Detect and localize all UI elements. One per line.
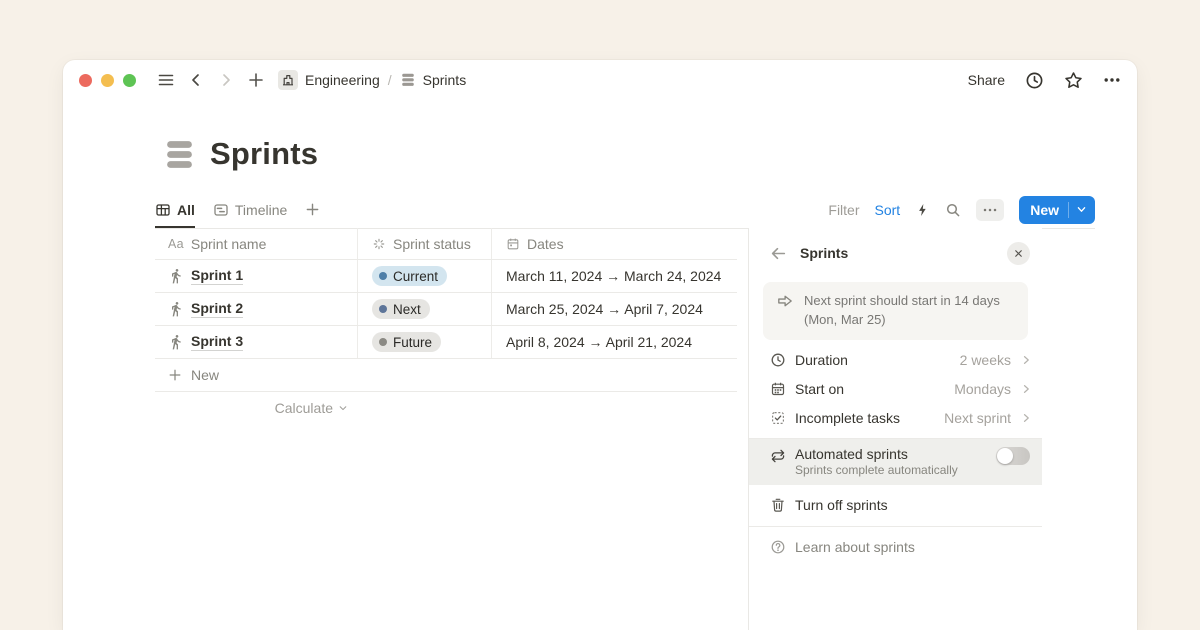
lightning-icon[interactable] — [915, 202, 930, 218]
table-header-row: Aa Sprint name Sprint status Dates — [155, 228, 737, 260]
chevron-right-icon — [1020, 354, 1032, 366]
new-row-button[interactable]: New — [155, 359, 737, 392]
close-window-button[interactable] — [79, 74, 92, 87]
status-badge[interactable]: Next — [372, 299, 430, 319]
page-database-icon — [163, 138, 196, 171]
turn-off-sprints-label: Turn off sprints — [795, 497, 888, 513]
sprint-settings-panel: Sprints Next sprint should start in 14 d… — [748, 228, 1042, 630]
text-property-icon: Aa — [168, 237, 184, 251]
runner-icon — [168, 268, 184, 284]
sprint-title-link[interactable]: Sprint 1 — [191, 267, 243, 286]
sort-button[interactable]: Sort — [875, 202, 901, 218]
notice-line-1: Next sprint should start in 14 days — [804, 292, 1000, 311]
close-panel-button[interactable] — [1007, 242, 1030, 265]
runner-icon — [168, 301, 184, 317]
sidebar-menu-icon[interactable] — [154, 68, 178, 92]
back-arrow-icon[interactable] — [770, 245, 787, 262]
setting-incomplete-tasks[interactable]: Incomplete tasks Next sprint — [749, 404, 1042, 433]
status-badge[interactable]: Future — [372, 332, 441, 352]
status-property-icon — [372, 237, 386, 251]
learn-about-sprints-link[interactable]: Learn about sprints — [749, 527, 1042, 568]
column-sprint-name[interactable]: Sprint name — [191, 236, 266, 252]
tab-timeline[interactable]: Timeline — [213, 191, 287, 228]
search-icon[interactable] — [945, 202, 961, 218]
automated-sprints-label: Automated sprints — [795, 446, 958, 462]
help-circle-icon — [770, 539, 786, 555]
setting-duration-value: 2 weeks — [960, 352, 1011, 368]
breadcrumb-separator: / — [387, 72, 393, 88]
updates-clock-icon[interactable] — [1025, 71, 1044, 90]
table-row[interactable]: Sprint 1 Current March 11, 2024 → March … — [155, 260, 737, 293]
status-badge[interactable]: Current — [372, 266, 447, 286]
view-options-button[interactable] — [976, 199, 1004, 221]
learn-about-sprints-label: Learn about sprints — [795, 539, 915, 555]
window-topbar: Engineering / Sprints Share — [63, 60, 1137, 100]
runner-icon — [168, 334, 184, 350]
database-icon — [400, 72, 416, 88]
page-title: Sprints — [210, 136, 318, 172]
automated-sprints-toggle[interactable] — [996, 447, 1030, 465]
date-range[interactable]: March 25, 2024 → April 7, 2024 — [506, 301, 703, 317]
setting-start-on-label: Start on — [795, 381, 844, 397]
sprints-table: Aa Sprint name Sprint status Dates — [155, 228, 737, 424]
checkbox-icon — [770, 410, 786, 426]
setting-start-on-value: Mondays — [954, 381, 1011, 397]
calculate-dropdown[interactable]: Calculate — [155, 392, 358, 424]
automated-sprints-description: Sprints complete automatically — [795, 463, 958, 477]
clock-icon — [770, 352, 786, 368]
breadcrumb-workspace[interactable]: Engineering — [305, 72, 380, 88]
setting-incomplete-tasks-label: Incomplete tasks — [795, 410, 900, 426]
breadcrumb-page[interactable]: Sprints — [423, 72, 467, 88]
nav-back-icon[interactable] — [184, 68, 208, 92]
chevron-right-icon — [1020, 412, 1032, 424]
column-sprint-status[interactable]: Sprint status — [393, 236, 471, 252]
trash-icon — [770, 497, 786, 513]
add-view-button[interactable] — [305, 191, 320, 228]
tab-all[interactable]: All — [155, 191, 195, 228]
teamspace-icon[interactable] — [278, 70, 298, 90]
nav-forward-icon[interactable] — [214, 68, 238, 92]
date-range[interactable]: April 8, 2024 → April 21, 2024 — [506, 334, 692, 350]
traffic-lights — [79, 74, 136, 87]
new-button-label: New — [1019, 202, 1068, 218]
breadcrumb: Engineering / Sprints — [278, 70, 466, 90]
repeat-icon — [770, 448, 786, 477]
turn-off-sprints-button[interactable]: Turn off sprints — [749, 485, 1042, 526]
calculate-label: Calculate — [275, 400, 333, 416]
panel-title: Sprints — [800, 245, 848, 261]
notice-line-2: (Mon, Mar 25) — [804, 311, 1000, 330]
sprint-title-link[interactable]: Sprint 3 — [191, 333, 243, 352]
calendar-icon — [770, 381, 786, 397]
new-button[interactable]: New — [1019, 196, 1095, 224]
arrow-right-outline-icon — [776, 292, 794, 330]
table-row[interactable]: Sprint 3 Future April 8, 2024 → April 21… — [155, 326, 737, 359]
app-window: Engineering / Sprints Share Sprints — [63, 60, 1137, 630]
setting-duration-label: Duration — [795, 352, 848, 368]
filter-button[interactable]: Filter — [828, 202, 859, 218]
new-row-label: New — [191, 367, 219, 383]
new-dropdown-chevron-icon[interactable] — [1069, 204, 1095, 215]
automated-sprints-row[interactable]: Automated sprints Sprints complete autom… — [749, 439, 1042, 485]
date-range[interactable]: March 11, 2024 → March 24, 2024 — [506, 268, 721, 284]
new-page-icon[interactable] — [244, 68, 268, 92]
setting-start-on[interactable]: Start on Mondays — [749, 375, 1042, 404]
share-button[interactable]: Share — [968, 72, 1005, 88]
next-sprint-notice: Next sprint should start in 14 days (Mon… — [763, 282, 1028, 340]
tab-timeline-label: Timeline — [235, 202, 287, 218]
sprint-title-link[interactable]: Sprint 2 — [191, 300, 243, 319]
zoom-window-button[interactable] — [123, 74, 136, 87]
favorite-star-icon[interactable] — [1064, 71, 1083, 90]
chevron-right-icon — [1020, 383, 1032, 395]
setting-duration[interactable]: Duration 2 weeks — [749, 346, 1042, 375]
more-options-icon[interactable] — [1103, 72, 1121, 88]
setting-incomplete-tasks-value: Next sprint — [944, 410, 1011, 426]
minimize-window-button[interactable] — [101, 74, 114, 87]
date-property-icon — [506, 237, 520, 251]
tab-all-label: All — [177, 202, 195, 218]
table-row[interactable]: Sprint 2 Next March 25, 2024 → April 7, … — [155, 293, 737, 326]
column-dates[interactable]: Dates — [527, 236, 564, 252]
